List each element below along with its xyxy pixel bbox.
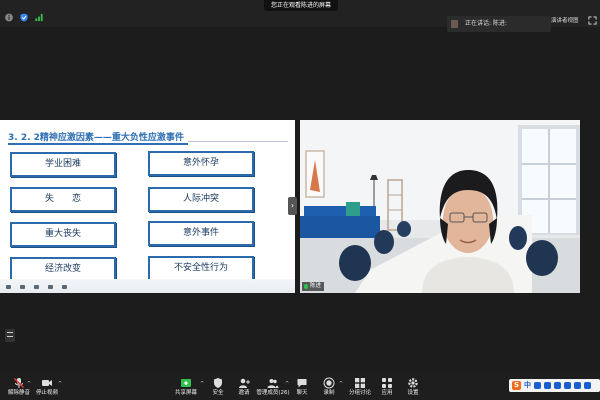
ime-punctuation-icon[interactable] — [534, 382, 541, 389]
stress-event-box: 意外怀孕 — [148, 151, 254, 176]
slide-footer — [0, 279, 295, 293]
shield-icon[interactable] — [19, 13, 29, 22]
microphone-muted-icon — [14, 378, 24, 388]
share-screen-icon — [181, 379, 191, 387]
participants-icon — [267, 379, 279, 388]
slide-title: 3. 2. 2精神应激因素——重大负性应激事件 — [8, 130, 184, 143]
slide-title-number: 3. 2. 2 — [8, 133, 40, 143]
slide-nav-icon[interactable] — [62, 285, 67, 289]
stop-video-label: 停止视频 — [35, 390, 58, 396]
stress-event-box: 重大丧失 — [10, 222, 116, 247]
video-frame — [300, 120, 580, 293]
title-underline-thin — [188, 141, 288, 142]
speaker-video: 陈进 — [300, 120, 580, 293]
chat-bubble-icon — [297, 379, 307, 388]
participant-name-tag: 陈进 — [302, 282, 325, 291]
ime-toolbox-icon[interactable] — [574, 382, 581, 389]
slide-nav-icons — [6, 285, 67, 289]
stress-event-box: 学业困难 — [10, 152, 116, 177]
ime-voice-icon[interactable] — [544, 382, 551, 389]
ime-skin-icon[interactable] — [564, 382, 571, 389]
video-camera-icon — [42, 380, 52, 386]
top-bar: 您正在观看陈进的屏幕 正在讲话: 陈进: 演讲者视图 — [0, 0, 600, 32]
breakout-rooms-icon — [355, 378, 365, 388]
slide-nav-icon[interactable] — [48, 285, 53, 289]
apps-grid-icon — [382, 378, 392, 388]
speaker-label: 正在讲话: 陈进: — [465, 20, 507, 27]
slide-title-text: 精神应激因素——重大负性应激事件 — [39, 133, 184, 143]
share-screen-button[interactable]: 共享屏幕 — [169, 377, 203, 399]
gear-icon — [408, 378, 418, 388]
viewing-share-banner[interactable]: 您正在观看陈进的屏幕 — [264, 0, 338, 11]
ime-keyboard-icon[interactable] — [554, 382, 561, 389]
ime-tray: S 中 — [509, 379, 600, 392]
record-label: 录制 — [323, 390, 335, 396]
stress-event-box: 人际冲突 — [148, 187, 254, 212]
invite-person-icon — [239, 378, 250, 388]
slide-nav-icon[interactable] — [34, 285, 39, 289]
signal-strength-icon[interactable] — [34, 13, 44, 22]
title-underline — [8, 143, 188, 145]
fullscreen-icon[interactable] — [588, 16, 597, 25]
shield-icon — [214, 378, 222, 388]
ime-language-toggle[interactable]: 中 — [524, 381, 531, 390]
info-icon[interactable] — [4, 13, 14, 22]
video-options-caret-icon[interactable]: ^ — [58, 381, 64, 387]
slide-nav-icon[interactable] — [20, 285, 25, 289]
shared-slide: 3. 2. 2精神应激因素——重大负性应激事件 学业困难 失 恋 重大丧失 经济… — [0, 120, 295, 293]
stress-event-box: 意外事件 — [148, 221, 254, 246]
settings-button[interactable]: 设置 — [396, 377, 430, 399]
view-mode-button[interactable]: 演讲者视图 — [551, 16, 579, 26]
ime-logo[interactable]: S — [512, 381, 521, 390]
ime-menu-icon[interactable] — [584, 382, 591, 389]
mic-active-icon — [304, 284, 308, 289]
stress-event-box: 失 恋 — [10, 187, 116, 212]
record-icon — [323, 377, 335, 389]
stress-event-box: 不安全性行为 — [148, 256, 254, 281]
settings-label: 设置 — [407, 390, 419, 396]
share-screen-label: 共享屏幕 — [174, 390, 197, 396]
top-status-icons — [4, 13, 44, 22]
collapse-panel-button[interactable]: › — [288, 197, 297, 215]
participant-name: 陈进 — [310, 283, 322, 289]
slide-nav-icon[interactable] — [6, 285, 11, 289]
active-speaker-indicator: 正在讲话: 陈进: — [447, 16, 551, 32]
side-menu-handle[interactable] — [5, 329, 15, 342]
speaker-avatar — [451, 20, 458, 28]
